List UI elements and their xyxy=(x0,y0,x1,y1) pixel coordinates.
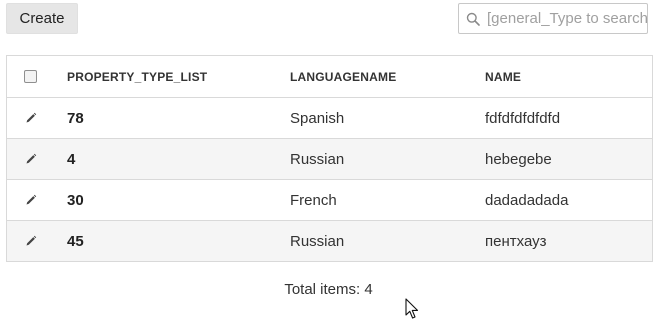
create-button[interactable]: Create xyxy=(6,3,78,34)
property-type-list-cell: 78 xyxy=(67,109,84,127)
table-row[interactable]: 78 Spanish fdfdfdfdfdfd xyxy=(7,97,652,138)
grid-header-row: PROPERTY_TYPE_LIST LANGUAGENAME NAME xyxy=(7,56,652,97)
property-type-list-cell: 4 xyxy=(67,150,76,168)
languagename-cell: Russian xyxy=(290,232,345,250)
search-box[interactable] xyxy=(458,3,648,34)
pencil-icon[interactable] xyxy=(25,235,37,247)
column-header-languagename[interactable]: LANGUAGENAME xyxy=(290,70,485,84)
table-row[interactable]: 30 French dadadadada xyxy=(7,179,652,220)
edit-cell xyxy=(7,235,54,247)
edit-cell xyxy=(7,194,54,206)
pencil-icon[interactable] xyxy=(25,194,37,206)
select-all-cell xyxy=(7,70,54,83)
data-grid: PROPERTY_TYPE_LIST LANGUAGENAME NAME 78 … xyxy=(6,55,653,262)
property-type-list-cell: 45 xyxy=(67,232,84,250)
select-all-checkbox[interactable] xyxy=(24,70,37,83)
pencil-icon[interactable] xyxy=(25,112,37,124)
page: Create PROPERTY_TYPE_LIST LANGUAGENAME N… xyxy=(0,0,657,328)
mouse-pointer-icon xyxy=(405,298,419,319)
search-icon xyxy=(459,4,487,33)
total-items-label: Total items: 4 xyxy=(284,281,373,298)
column-header-name[interactable]: NAME xyxy=(485,70,652,84)
languagename-cell: Russian xyxy=(290,150,345,168)
languagename-cell: French xyxy=(290,191,337,209)
column-header-property-type-list[interactable]: PROPERTY_TYPE_LIST xyxy=(54,70,290,84)
edit-cell xyxy=(7,153,54,165)
languagename-cell: Spanish xyxy=(290,109,345,127)
table-row[interactable]: 4 Russian hebegebe xyxy=(7,138,652,179)
name-cell: hebegebe xyxy=(485,150,552,168)
property-type-list-cell: 30 xyxy=(67,191,84,209)
name-cell: fdfdfdfdfdfd xyxy=(485,109,561,127)
name-cell: dadadadada xyxy=(485,191,569,209)
table-row[interactable]: 45 Russian пентхауз xyxy=(7,220,652,261)
name-cell: пентхауз xyxy=(485,232,547,250)
search-input[interactable] xyxy=(487,4,647,33)
edit-cell xyxy=(7,112,54,124)
pencil-icon[interactable] xyxy=(25,153,37,165)
